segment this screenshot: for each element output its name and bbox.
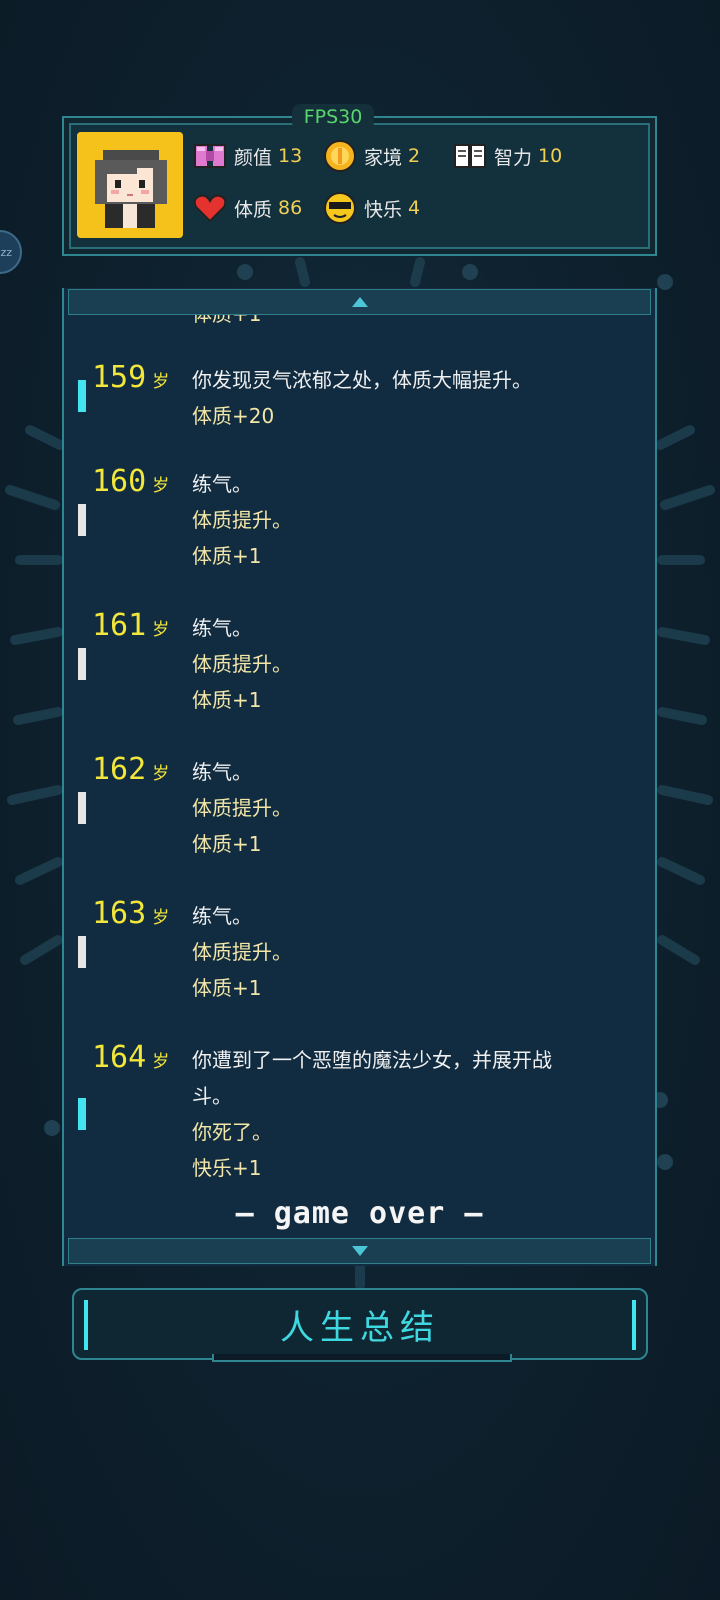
stat-label: 智力	[494, 146, 533, 169]
entry-age: 160 岁	[92, 464, 170, 499]
bow-icon	[192, 138, 228, 174]
entry-marker	[78, 648, 86, 680]
entry-effect: 体质提升。	[192, 940, 292, 964]
entry-marker	[78, 792, 86, 824]
scroll-down-button[interactable]	[68, 1238, 651, 1264]
fps-counter: FPS30	[292, 104, 374, 130]
stat-value: 10	[538, 145, 563, 167]
entry-text: 练气。	[192, 760, 252, 784]
entry-text: 你遭到了一个恶堕的魔法少女，并展开战	[192, 1048, 552, 1072]
entry-effect: 体质+1	[192, 544, 262, 568]
entry-marker	[78, 380, 86, 412]
stat-label: 体质	[234, 198, 273, 221]
sunglasses-face-icon	[322, 190, 358, 226]
arrow-up-icon	[351, 297, 368, 307]
entry-text: 斗。	[192, 1084, 232, 1108]
summary-button-label: 人生总结	[280, 1307, 440, 1348]
entry-effect: 你死了。	[192, 1120, 272, 1144]
stat-label: 家境	[364, 146, 403, 169]
coin-icon	[322, 138, 358, 174]
stat-family: 家境 2	[322, 138, 420, 174]
life-summary-button[interactable]: 人生总结	[72, 1288, 648, 1360]
scroll-up-button[interactable]	[68, 289, 651, 315]
entry-age: 159 岁	[92, 360, 170, 395]
stat-value: 86	[278, 197, 303, 219]
entry-text: 你发现灵气浓郁之处，体质大幅提升。	[192, 368, 532, 392]
entry-effect: 体质+1	[192, 688, 262, 712]
button-tab-decoration	[212, 1354, 512, 1362]
entry-marker	[78, 504, 86, 536]
arrow-down-icon	[351, 1246, 368, 1256]
entry-effect: 体质+20	[192, 404, 275, 428]
stat-value: 2	[408, 145, 421, 167]
entry-effect: 快乐+1	[192, 1156, 262, 1180]
entry-effect: 体质提升。	[192, 652, 292, 676]
character-avatar[interactable]	[77, 132, 183, 238]
entry-text: 练气。	[192, 904, 252, 928]
book-icon	[452, 138, 488, 174]
entry-age: 164 岁	[92, 1040, 170, 1075]
stats-panel: 颜值 13 家境 2 智力 10 体质 86 快乐 4	[62, 116, 657, 256]
entry-text: 练气。	[192, 616, 252, 640]
entry-effect: 体质+1	[192, 832, 262, 856]
stat-appearance: 颜值 13	[192, 138, 302, 174]
entry-age: 162 岁	[92, 752, 170, 787]
stat-constitution: 体质 86	[192, 190, 302, 226]
entry-effect: 体质提升。	[192, 796, 292, 820]
heart-icon	[192, 190, 228, 226]
pixel-character-icon	[77, 132, 183, 238]
entry-marker	[78, 936, 86, 968]
entry-age: 163 岁	[92, 896, 170, 931]
stat-value: 4	[408, 197, 421, 219]
game-over-label: — game over —	[235, 1196, 484, 1231]
entry-effect: 体质+1	[192, 976, 262, 1000]
stat-intelligence: 智力 10	[452, 138, 562, 174]
stat-happiness: 快乐 4	[322, 190, 420, 226]
entry-marker	[78, 1098, 86, 1130]
stat-label: 快乐	[364, 198, 403, 221]
stat-label: 颜值	[234, 146, 273, 169]
life-log-panel[interactable]: 体质+1 159岁 你发现灵气浓郁之处，体质大幅提升。 体质+20 160岁 练…	[62, 288, 657, 1266]
entry-effect: 体质提升。	[192, 508, 292, 532]
entry-age: 161 岁	[92, 608, 170, 643]
bubble-label: zz	[0, 245, 12, 259]
stat-value: 13	[278, 145, 303, 167]
entry-text: 练气。	[192, 472, 252, 496]
